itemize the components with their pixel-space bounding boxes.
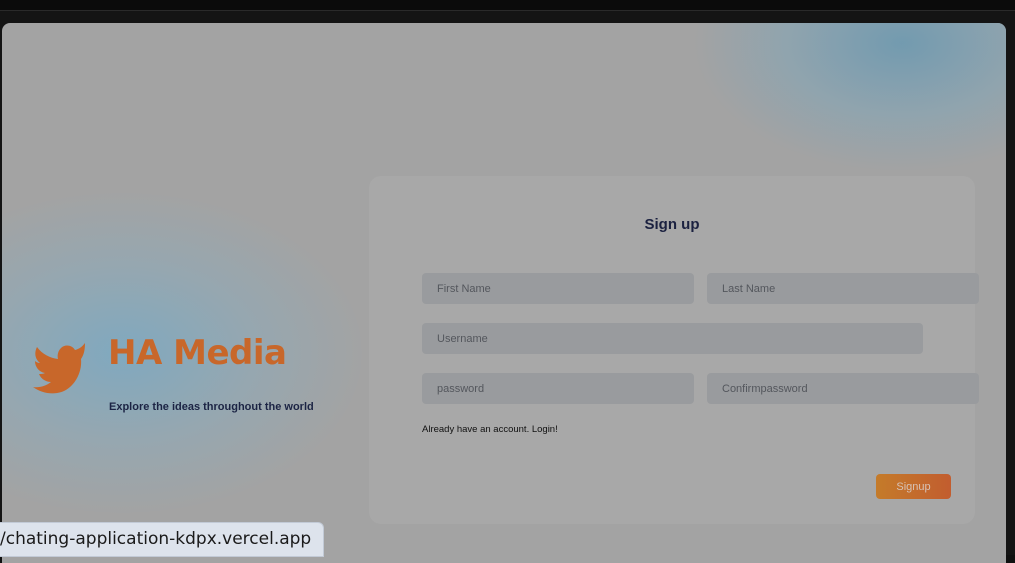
- brand-title: HA Media: [108, 333, 287, 373]
- password-input[interactable]: [422, 373, 694, 404]
- page-viewport: HA Media Explore the ideas throughout th…: [2, 23, 1006, 563]
- window-top-edge: [0, 0, 1015, 11]
- first-name-input[interactable]: [422, 273, 694, 304]
- signup-card: Sign up Already have an account. Login! …: [369, 176, 979, 524]
- signup-title: Sign up: [644, 216, 700, 233]
- last-name-input[interactable]: [707, 273, 979, 304]
- confirm-password-input[interactable]: [707, 373, 979, 404]
- browser-frame: HA Media Explore the ideas throughout th…: [0, 0, 1015, 563]
- background-gradient-blob: [692, 23, 1006, 173]
- login-link[interactable]: Already have an account. Login!: [422, 424, 558, 435]
- brand-tagline: Explore the ideas throughout the world: [109, 401, 314, 413]
- bird-icon: [33, 343, 85, 394]
- signup-button[interactable]: Signup: [876, 474, 951, 499]
- username-input[interactable]: [422, 323, 923, 354]
- link-status-url: /chating-application-kdpx.vercel.app: [0, 522, 325, 557]
